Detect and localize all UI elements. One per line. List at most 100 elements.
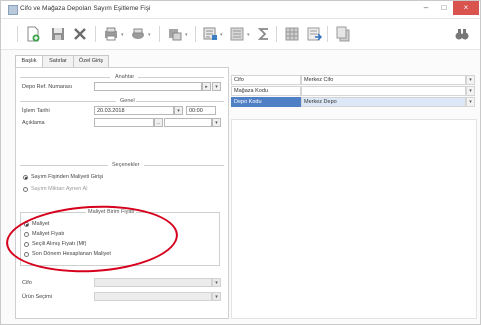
grid-cell-label: Cifo [231, 75, 301, 85]
toolbar-separator [276, 26, 277, 42]
group-header-genel: Genel [120, 98, 135, 104]
ellipsis-icon: ... [156, 120, 161, 126]
depo-ref-input[interactable] [94, 82, 202, 91]
option-sayim-miktari-radio[interactable] [23, 187, 28, 192]
maximize-button[interactable]: □ [435, 1, 453, 15]
grid-icon [285, 27, 299, 41]
new-document-icon [27, 26, 40, 42]
date-dropdown-button[interactable]: ▾ [174, 106, 183, 115]
save-button[interactable] [49, 25, 67, 43]
list-button[interactable] [228, 25, 246, 43]
group-line [136, 101, 224, 102]
grid-cell-label: Mağaza Kodu [231, 86, 301, 96]
export-button[interactable] [201, 25, 219, 43]
cifo-dropdown-button[interactable]: ▾ [212, 278, 221, 287]
date-input[interactable]: 20.03.2018 [94, 106, 174, 115]
date-label: İşlem Tarihi [22, 108, 50, 114]
minimize-button[interactable]: – [417, 1, 435, 15]
app-icon [8, 5, 18, 15]
minimize-icon: – [423, 3, 429, 12]
toolbar-separator [159, 26, 160, 42]
export-dropdown-icon[interactable]: ▾ [220, 32, 223, 38]
copy-icon [336, 26, 350, 42]
design-dropdown-icon[interactable]: ▾ [185, 32, 188, 38]
chevron-down-icon[interactable]: ▾ [466, 86, 475, 96]
cifo-label: Cifo [22, 280, 32, 286]
grid-cell-value[interactable]: Merkez Depo [301, 97, 466, 107]
chevron-down-icon: ▾ [215, 84, 218, 90]
tab-satirlar[interactable]: Satırlar [42, 55, 74, 67]
urun-secimi-dropdown-button[interactable]: ▾ [212, 292, 221, 301]
close-button[interactable]: × [453, 1, 479, 15]
grid-cell-value[interactable] [301, 86, 466, 96]
design-button[interactable] [166, 25, 184, 43]
grid-row-magaza-kodu[interactable]: Mağaza Kodu ▾ [231, 86, 475, 96]
print-icon [132, 28, 144, 39]
print-preview-button[interactable] [102, 25, 120, 43]
group-header-secenekler: Seçenekler [112, 162, 140, 168]
option-sayim-fisinden-radio[interactable] [23, 175, 28, 180]
urun-secimi-label: Ürün Seçimi [22, 294, 52, 300]
chevron-right-icon: ▸ [205, 84, 208, 90]
app-window: Cifo ve Mağaza Depoları Sayım Eşitleme F… [0, 0, 481, 325]
print-preview-dropdown-icon[interactable]: ▾ [121, 32, 124, 38]
title-bar: Cifo ve Mağaza Depoları Sayım Eşitleme F… [1, 1, 480, 19]
chevron-down-icon: ▾ [215, 280, 218, 286]
delete-button[interactable] [71, 25, 89, 43]
chevron-down-icon: ▾ [215, 120, 218, 126]
close-icon: × [463, 3, 469, 12]
design-icon [169, 29, 182, 41]
description-more-button[interactable]: ... [154, 118, 163, 127]
export-icon [203, 27, 217, 40]
option-sayim-miktari-label: Sayım Miktarı Aynen Al [31, 186, 88, 192]
depo-ref-dropdown-button[interactable]: ▾ [212, 82, 221, 91]
description-dropdown-button[interactable]: ▾ [212, 118, 221, 127]
grid-cell-label: Depo Kodu [231, 97, 301, 107]
grid-cell-value[interactable]: Merkez Cifo [301, 75, 466, 85]
list-dropdown-icon[interactable]: ▾ [247, 32, 250, 38]
toolbar: ▾ ▾ ▾ ▾ ▾ [1, 19, 480, 50]
option-sayim-fisinden-label: Sayım Fişinden Maliyeti Girişi [31, 174, 104, 180]
save-icon [52, 28, 64, 40]
copy-button[interactable] [334, 25, 352, 43]
description-extra-input[interactable] [164, 118, 212, 127]
group-line [144, 165, 224, 166]
right-panel-body [231, 119, 477, 319]
group-line [20, 77, 110, 78]
urun-secimi-input[interactable] [94, 292, 212, 301]
maximize-icon: □ [441, 3, 447, 12]
time-input[interactable]: 00:00 [186, 106, 216, 115]
toolbar-separator [195, 26, 196, 42]
delete-icon [74, 28, 86, 40]
chevron-down-icon: ▾ [215, 294, 218, 300]
chevron-down-icon[interactable]: ▾ [466, 97, 475, 107]
tab-ozel-giris[interactable]: Özel Giriş [73, 55, 109, 67]
chevron-down-icon[interactable]: ▾ [466, 75, 475, 85]
search-binoculars-icon [455, 29, 469, 40]
group-line [138, 77, 224, 78]
group-line [20, 165, 108, 166]
description-label: Açıklama [22, 120, 45, 126]
print-preview-icon [105, 27, 117, 41]
grid-row-depo-kodu[interactable]: Depo Kodu Merkez Depo ▾ [231, 97, 475, 107]
new-button[interactable] [24, 25, 42, 43]
group-header-anahtar: Anahtar [115, 74, 135, 80]
depo-ref-label: Depo Ref. Numarası [22, 84, 73, 90]
toolbar-separator [95, 26, 96, 42]
sum-icon [257, 28, 268, 40]
print-button[interactable] [129, 25, 147, 43]
calendar-dropdown-icon: ▾ [177, 108, 180, 114]
description-input[interactable] [94, 118, 154, 127]
depo-ref-lookup-button[interactable]: ▸ [202, 82, 211, 91]
sum-button[interactable] [255, 25, 273, 43]
toolbar-separator [17, 26, 18, 42]
cifo-input[interactable] [94, 278, 212, 287]
window-title: Cifo ve Mağaza Depoları Sayım Eşitleme F… [20, 5, 151, 12]
print-dropdown-icon[interactable]: ▾ [148, 32, 151, 38]
grid-row-cifo[interactable]: Cifo Merkez Cifo ▾ [231, 75, 475, 85]
grid-button[interactable] [283, 25, 301, 43]
search-button[interactable] [453, 25, 471, 43]
group-line [20, 101, 116, 102]
list-icon [230, 27, 244, 41]
import-button[interactable] [305, 25, 323, 43]
